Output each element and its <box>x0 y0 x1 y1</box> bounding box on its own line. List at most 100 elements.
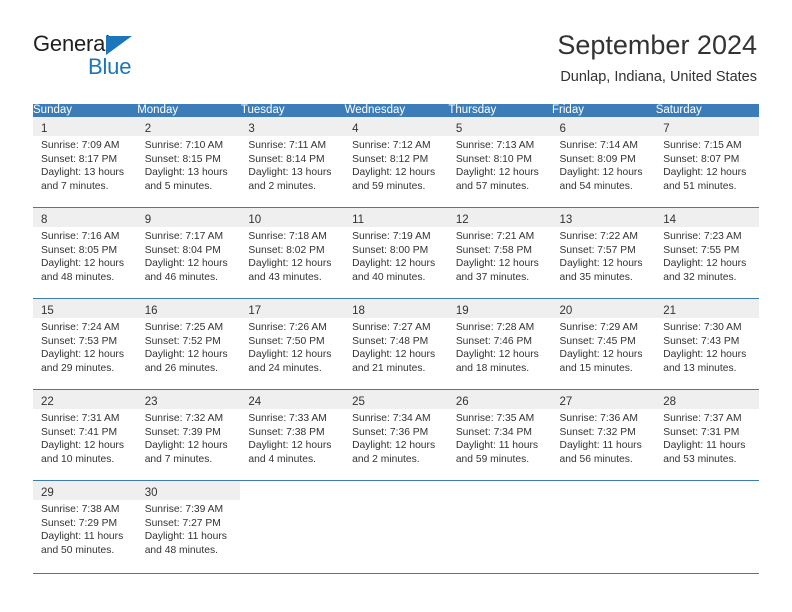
sunset-text: Sunset: 7:57 PM <box>559 244 636 256</box>
daylight-text-line2: and 5 minutes. <box>144 180 213 192</box>
daylight-text-line2: and 13 minutes. <box>663 362 737 374</box>
calendar-day-cell[interactable]: 29 Sunrise: 7:38 AM Sunset: 7:29 PM Dayl… <box>33 480 137 574</box>
calendar-day-cell[interactable]: 6 Sunrise: 7:14 AM Sunset: 8:09 PM Dayli… <box>551 116 656 208</box>
day-details: Sunrise: 7:18 AM Sunset: 8:02 PM Dayligh… <box>240 227 344 284</box>
calendar-day-cell[interactable]: 4 Sunrise: 7:12 AM Sunset: 8:12 PM Dayli… <box>344 116 448 208</box>
sunset-text: Sunset: 7:39 PM <box>144 426 221 438</box>
sunset-text: Sunset: 7:38 PM <box>248 426 325 438</box>
sunset-text: Sunset: 7:31 PM <box>663 426 740 438</box>
day-details: Sunrise: 7:11 AM Sunset: 8:14 PM Dayligh… <box>240 136 344 193</box>
sunrise-text: Sunrise: 7:15 AM <box>663 140 742 151</box>
sunset-text: Sunset: 8:00 PM <box>352 244 429 256</box>
calendar-day-cell[interactable]: 28 Sunrise: 7:37 AM Sunset: 7:31 PM Dayl… <box>655 389 759 481</box>
sunrise-text: Sunrise: 7:09 AM <box>41 140 120 151</box>
sunset-text: Sunset: 7:36 PM <box>352 426 429 438</box>
sunset-text: Sunset: 7:58 PM <box>455 244 532 256</box>
daylight-text-line2: and 26 minutes. <box>144 362 218 374</box>
calendar-day-cell[interactable]: 26 Sunrise: 7:35 AM Sunset: 7:34 PM Dayl… <box>447 389 552 481</box>
calendar-day-cell[interactable]: 14 Sunrise: 7:23 AM Sunset: 7:55 PM Dayl… <box>655 207 759 299</box>
page-header: General Blue September 2024 Dunlap, Indi… <box>0 0 792 104</box>
daylight-text-line2: and 40 minutes. <box>352 271 426 283</box>
sunrise-text: Sunrise: 7:39 AM <box>144 504 224 515</box>
day-number: 8 <box>41 214 48 226</box>
calendar-day-cell[interactable]: 5 Sunrise: 7:13 AM Sunset: 8:10 PM Dayli… <box>447 116 552 208</box>
sunset-text: Sunset: 7:34 PM <box>455 426 532 438</box>
daylight-text-line1: Daylight: 12 hours <box>559 167 643 179</box>
daylight-text-line1: Daylight: 12 hours <box>41 258 124 270</box>
calendar-day-cell[interactable]: 8 Sunrise: 7:16 AM Sunset: 8:05 PM Dayli… <box>33 207 137 299</box>
calendar-day-cell[interactable]: 2 Sunrise: 7:10 AM Sunset: 8:15 PM Dayli… <box>136 116 241 208</box>
general-blue-logo[interactable]: General Blue <box>33 33 253 83</box>
calendar-day-cell[interactable]: 17 Sunrise: 7:26 AM Sunset: 7:50 PM Dayl… <box>240 298 345 390</box>
sunrise-text: Sunrise: 7:38 AM <box>41 504 120 515</box>
day-number: 7 <box>663 123 670 135</box>
calendar-day-cell-empty <box>655 480 759 574</box>
daylight-text-line1: Daylight: 12 hours <box>144 258 228 270</box>
day-number: 26 <box>455 396 469 408</box>
day-details: Sunrise: 7:24 AM Sunset: 7:53 PM Dayligh… <box>33 318 137 375</box>
sunrise-text: Sunrise: 7:25 AM <box>144 322 224 333</box>
sunset-text: Sunset: 7:32 PM <box>559 426 636 438</box>
calendar-day-cell[interactable]: 18 Sunrise: 7:27 AM Sunset: 7:48 PM Dayl… <box>344 298 448 390</box>
daylight-text-line1: Daylight: 12 hours <box>559 349 643 361</box>
day-details: Sunrise: 7:29 AM Sunset: 7:45 PM Dayligh… <box>552 318 656 375</box>
calendar-day-cell[interactable]: 24 Sunrise: 7:33 AM Sunset: 7:38 PM Dayl… <box>240 389 345 481</box>
day-number: 18 <box>352 305 365 317</box>
calendar-day-cell[interactable]: 7 Sunrise: 7:15 AM Sunset: 8:07 PM Dayli… <box>655 116 759 208</box>
calendar-day-cell[interactable]: 15 Sunrise: 7:24 AM Sunset: 7:53 PM Dayl… <box>33 298 137 390</box>
daylight-text-line1: Daylight: 12 hours <box>352 167 436 179</box>
calendar-day-cell[interactable]: 19 Sunrise: 7:28 AM Sunset: 7:46 PM Dayl… <box>447 298 552 390</box>
sunset-text: Sunset: 8:14 PM <box>248 153 325 165</box>
day-details: Sunrise: 7:33 AM Sunset: 7:38 PM Dayligh… <box>240 409 344 466</box>
calendar-day-cell[interactable]: 20 Sunrise: 7:29 AM Sunset: 7:45 PM Dayl… <box>551 298 656 390</box>
calendar-day-cell[interactable]: 25 Sunrise: 7:34 AM Sunset: 7:36 PM Dayl… <box>344 389 448 481</box>
day-number: 21 <box>663 305 677 317</box>
daylight-text-line1: Daylight: 12 hours <box>455 349 539 361</box>
sunset-text: Sunset: 7:48 PM <box>352 335 429 347</box>
sunrise-text: Sunrise: 7:32 AM <box>144 413 224 424</box>
sunrise-text: Sunrise: 7:35 AM <box>455 413 535 424</box>
logo-text-general-row: General <box>33 33 253 57</box>
daylight-text-line1: Daylight: 11 hours <box>559 440 642 452</box>
daylight-text-line2: and 24 minutes. <box>248 362 322 374</box>
weekday-header-friday: Friday <box>551 104 656 117</box>
daylight-text-line1: Daylight: 13 hours <box>144 167 228 179</box>
day-details: Sunrise: 7:15 AM Sunset: 8:07 PM Dayligh… <box>655 136 759 193</box>
calendar-header-row: Sunday Monday Tuesday Wednesday Thursday… <box>33 104 760 117</box>
calendar-day-cell[interactable]: 23 Sunrise: 7:32 AM Sunset: 7:39 PM Dayl… <box>136 389 241 481</box>
sunset-text: Sunset: 7:45 PM <box>559 335 636 347</box>
calendar-day-cell[interactable]: 22 Sunrise: 7:31 AM Sunset: 7:41 PM Dayl… <box>33 389 137 481</box>
sunset-text: Sunset: 8:02 PM <box>248 244 325 256</box>
sunrise-text: Sunrise: 7:31 AM <box>41 413 120 424</box>
sunrise-text: Sunrise: 7:12 AM <box>352 140 431 151</box>
daylight-text-line2: and 48 minutes. <box>144 544 218 556</box>
calendar-day-cell[interactable]: 13 Sunrise: 7:22 AM Sunset: 7:57 PM Dayl… <box>551 207 656 299</box>
calendar-day-cell[interactable]: 3 Sunrise: 7:11 AM Sunset: 8:14 PM Dayli… <box>240 116 345 208</box>
day-number: 1 <box>41 123 48 135</box>
sunset-text: Sunset: 7:29 PM <box>41 517 118 529</box>
day-details: Sunrise: 7:26 AM Sunset: 7:50 PM Dayligh… <box>240 318 344 375</box>
daylight-text-line2: and 50 minutes. <box>41 544 115 556</box>
calendar-day-cell[interactable]: 11 Sunrise: 7:19 AM Sunset: 8:00 PM Dayl… <box>344 207 448 299</box>
sunset-text: Sunset: 7:43 PM <box>663 335 740 347</box>
daylight-text-line1: Daylight: 12 hours <box>144 349 228 361</box>
calendar-table: Sunday Monday Tuesday Wednesday Thursday… <box>33 104 760 574</box>
calendar-day-cell[interactable]: 12 Sunrise: 7:21 AM Sunset: 7:58 PM Dayl… <box>447 207 552 299</box>
calendar-day-cell[interactable]: 16 Sunrise: 7:25 AM Sunset: 7:52 PM Dayl… <box>136 298 241 390</box>
calendar-day-cell-empty <box>551 480 656 574</box>
calendar-day-cell-empty <box>447 480 552 574</box>
calendar-day-cell[interactable]: 30 Sunrise: 7:39 AM Sunset: 7:27 PM Dayl… <box>136 480 241 574</box>
day-details: Sunrise: 7:21 AM Sunset: 7:58 PM Dayligh… <box>448 227 552 284</box>
daylight-text-line2: and 4 minutes. <box>248 453 316 465</box>
sunrise-text: Sunrise: 7:30 AM <box>663 322 742 333</box>
sunset-text: Sunset: 8:10 PM <box>455 153 532 165</box>
sunset-text: Sunset: 7:55 PM <box>663 244 740 256</box>
calendar-day-cell[interactable]: 1 Sunrise: 7:09 AM Sunset: 8:17 PM Dayli… <box>33 116 137 208</box>
daylight-text-line1: Daylight: 12 hours <box>248 440 332 452</box>
calendar-day-cell[interactable]: 10 Sunrise: 7:18 AM Sunset: 8:02 PM Dayl… <box>240 207 345 299</box>
day-details: Sunrise: 7:22 AM Sunset: 7:57 PM Dayligh… <box>552 227 656 284</box>
calendar-day-cell[interactable]: 21 Sunrise: 7:30 AM Sunset: 7:43 PM Dayl… <box>655 298 759 390</box>
day-details: Sunrise: 7:28 AM Sunset: 7:46 PM Dayligh… <box>448 318 552 375</box>
calendar-day-cell[interactable]: 9 Sunrise: 7:17 AM Sunset: 8:04 PM Dayli… <box>136 207 241 299</box>
calendar-day-cell[interactable]: 27 Sunrise: 7:36 AM Sunset: 7:32 PM Dayl… <box>551 389 656 481</box>
